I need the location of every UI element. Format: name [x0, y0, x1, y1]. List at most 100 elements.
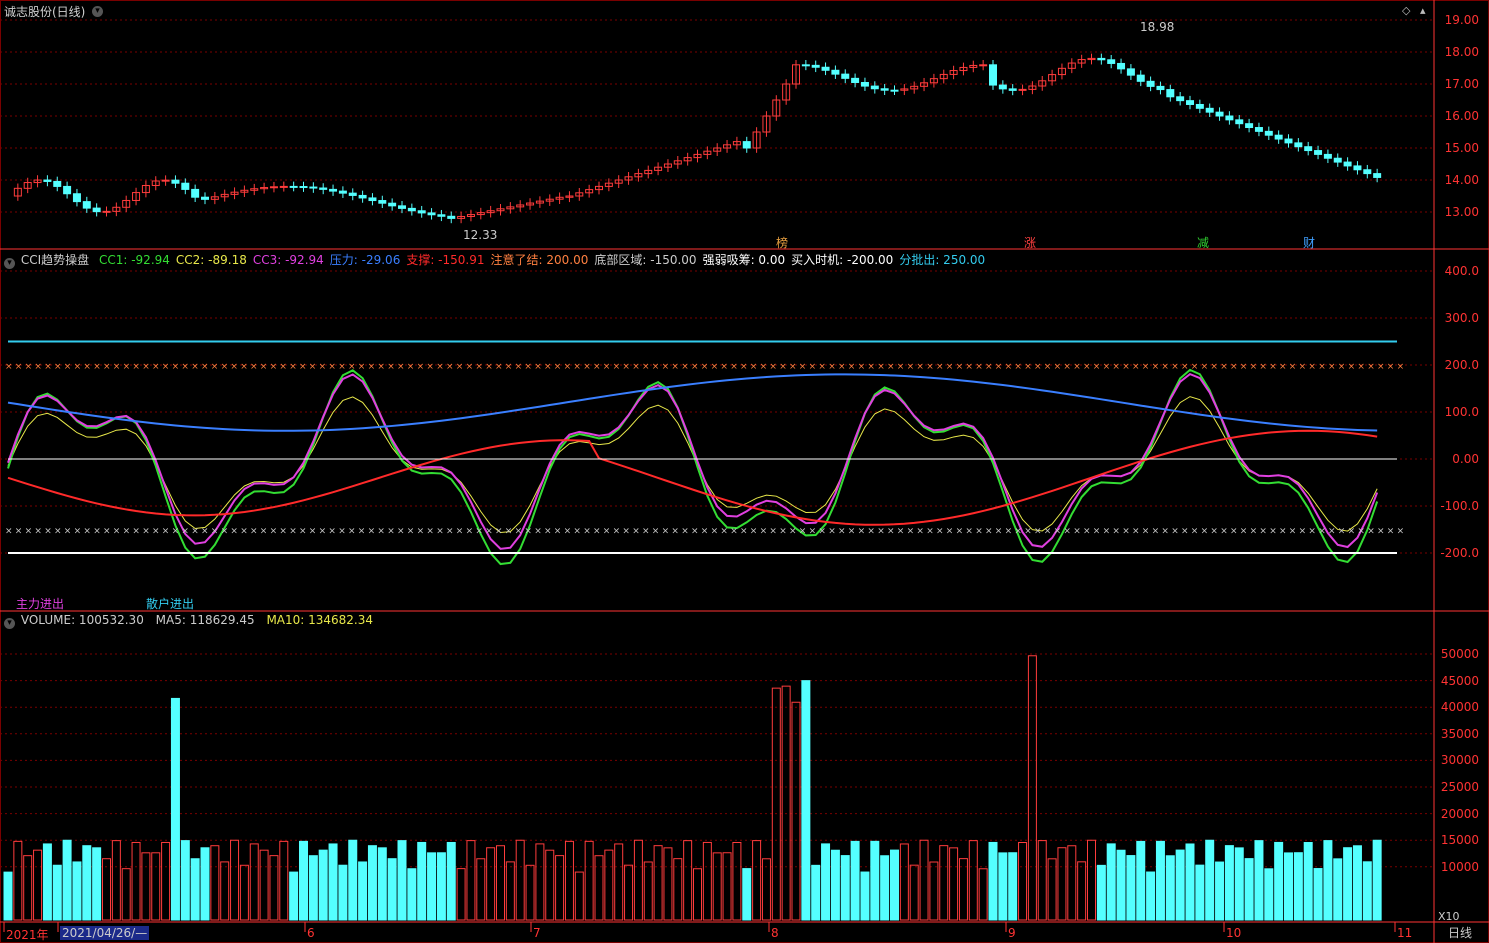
indicator-axis-label: 100.0: [1444, 405, 1479, 419]
take-profit-marker: ×: [230, 362, 238, 372]
take-profit-marker: ×: [328, 362, 336, 372]
bottom-zone-marker: ×: [818, 527, 826, 537]
bottom-zone-marker: ×: [15, 527, 23, 537]
bottom-zone-marker: ×: [123, 527, 131, 537]
bottom-zone-marker: ×: [358, 527, 366, 537]
take-profit-marker: ×: [613, 362, 621, 372]
diamond-icon[interactable]: ◇: [1402, 4, 1410, 17]
volume-bar: [1155, 840, 1165, 921]
volume-bar: [239, 864, 249, 921]
take-profit-marker: ×: [946, 362, 954, 372]
bottom-zone-marker: ×: [289, 527, 297, 537]
take-profit-marker: ×: [358, 362, 366, 372]
bottom-zone-marker: ×: [730, 527, 738, 537]
volume-axis-label: 25000: [1440, 780, 1479, 794]
bottom-zone-marker: ×: [926, 527, 934, 537]
take-profit-marker: ×: [1269, 362, 1277, 372]
candle-body: [1264, 130, 1273, 136]
date-axis-label: 10: [1226, 926, 1242, 940]
bottom-zone-marker: ×: [113, 527, 121, 537]
chevron-up-icon[interactable]: ▴: [1420, 4, 1426, 17]
indicator-header: ▾ CCI趋势操盘 CC1: -92.94 CC2: -89.18 CC3: -92…: [4, 251, 997, 269]
bottom-zone-marker: ×: [495, 527, 503, 537]
candle-body: [1254, 127, 1263, 132]
chevron-down-icon[interactable]: ▾: [4, 618, 15, 629]
candle-body: [1107, 59, 1116, 64]
volume-axis-label: 45000: [1440, 673, 1479, 688]
bottom-zone-marker: ×: [1240, 527, 1248, 537]
volume-bar: [200, 847, 210, 921]
volume-bar: [712, 852, 722, 921]
take-profit-marker: ×: [103, 362, 111, 372]
bottom-zone-marker: ×: [1397, 527, 1405, 537]
volume-bar: [42, 843, 52, 921]
volume-bar: [1096, 864, 1106, 921]
bottom-zone-marker: ×: [593, 527, 601, 537]
take-profit-marker: ×: [573, 362, 581, 372]
bottom-zone-marker: ×: [769, 527, 777, 537]
volume-bar: [1195, 864, 1205, 921]
volume-bar: [1087, 839, 1096, 921]
candle-body: [1008, 88, 1017, 91]
candle-body: [1323, 153, 1332, 159]
event-badge[interactable]: 榜: [776, 234, 788, 251]
take-profit-marker: ×: [515, 362, 523, 372]
event-badge[interactable]: 涨: [1024, 234, 1036, 251]
bottom-zone-marker: ×: [211, 527, 219, 537]
candle-body: [427, 212, 436, 216]
take-profit-marker: ×: [593, 362, 601, 372]
volume-bar: [781, 685, 791, 921]
volume-bar: [210, 845, 220, 921]
indicator-param: 分批出: 250.00: [899, 253, 986, 267]
volume-bar: [1264, 868, 1274, 921]
volume-bar: [367, 845, 377, 921]
bottom-zone-marker: ×: [505, 527, 513, 537]
take-profit-marker: ×: [64, 362, 72, 372]
take-profit-marker: ×: [1289, 362, 1297, 372]
date-axis-label: 8: [771, 926, 779, 940]
candle-body: [1225, 115, 1234, 121]
indicator-axis-label: 0.00: [1452, 452, 1479, 466]
bottom-zone-marker: ×: [338, 527, 346, 537]
candle-body: [171, 179, 180, 184]
candle-body: [1195, 103, 1204, 109]
candle-body: [1274, 134, 1283, 140]
bottom-zone-marker: ×: [554, 527, 562, 537]
chevron-down-icon[interactable]: ▾: [92, 6, 103, 17]
volume-bar: [564, 840, 574, 921]
volume-bar: [958, 858, 968, 921]
date-axis-label: 2021/04/26/—: [60, 926, 150, 940]
volume-bar: [1313, 868, 1323, 921]
take-profit-marker: ×: [5, 362, 13, 372]
take-profit-marker: ×: [1210, 362, 1218, 372]
volume-bar: [978, 868, 988, 921]
period-label[interactable]: 日线: [1448, 926, 1472, 940]
volume-bar: [446, 841, 456, 921]
take-profit-marker: ×: [289, 362, 297, 372]
bottom-zone-marker: ×: [613, 527, 621, 537]
candle-body: [299, 186, 308, 189]
event-badge[interactable]: 财: [1303, 234, 1315, 251]
chart-canvas[interactable]: × × × × × × × × × × × × × × × × × × × × × × × × × × × × × × × × × × × × × × × ×…: [0, 0, 1489, 943]
take-profit-marker: ×: [730, 362, 738, 372]
pressure-line: [7, 373, 1378, 432]
volume-bar: [899, 843, 909, 921]
chevron-down-icon[interactable]: ▾: [4, 258, 15, 269]
candle-body: [388, 202, 397, 207]
scale-label[interactable]: X10: [1438, 910, 1460, 924]
volume-bar: [968, 840, 978, 921]
bottom-zone-marker: ×: [691, 527, 699, 537]
volume-bar: [584, 840, 594, 921]
volume-bar: [535, 843, 545, 921]
bottom-zone-marker: ×: [1201, 527, 1209, 537]
volume-bar: [387, 858, 397, 921]
take-profit-marker: ×: [828, 362, 836, 372]
take-profit-marker: ×: [907, 362, 915, 372]
candle-body: [289, 185, 298, 188]
indicator-axis-label: 400.0: [1444, 264, 1479, 278]
take-profit-marker: ×: [1161, 362, 1169, 372]
bottom-zone-marker: ×: [181, 527, 189, 537]
bottom-zone-marker: ×: [1348, 527, 1356, 537]
price-axis-label: 16.00: [1444, 109, 1479, 123]
event-badge[interactable]: 减: [1197, 234, 1209, 251]
